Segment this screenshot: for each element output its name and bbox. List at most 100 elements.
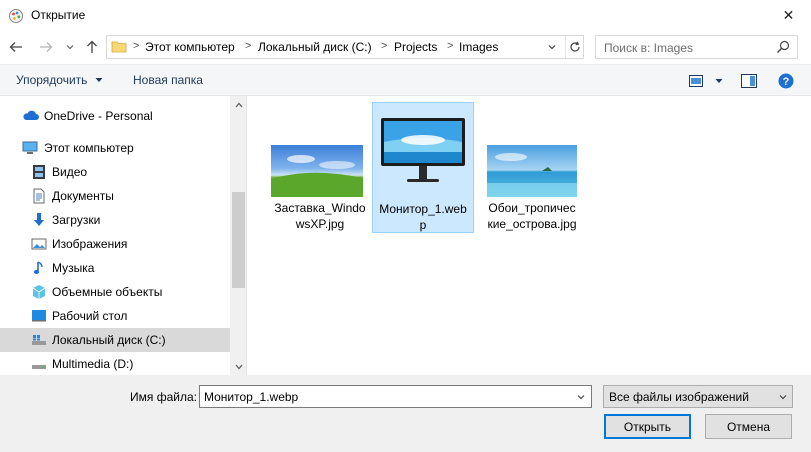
- up-button[interactable]: [84, 39, 100, 55]
- dialog-footer: Имя файла: Монитор_1.webp Все файлы изоб…: [0, 375, 811, 452]
- search-box[interactable]: Поиск в: Images: [595, 35, 798, 59]
- sidebar-item-videos[interactable]: Видео: [0, 160, 230, 184]
- scroll-up-button[interactable]: [230, 96, 246, 113]
- file-name: Обои_тропичес кие_острова.jpg: [487, 201, 577, 231]
- filename-field[interactable]: Монитор_1.webp: [199, 385, 592, 408]
- file-item[interactable]: Обои_тропичес кие_острова.jpg: [481, 102, 583, 233]
- address-bar[interactable]: > Этот компьютер > Локальный диск (C:) >…: [106, 35, 584, 59]
- video-icon: [31, 164, 47, 180]
- scroll-down-button[interactable]: [230, 358, 246, 375]
- chevron-down-icon: [548, 45, 556, 50]
- help-button[interactable]: ?: [778, 73, 794, 89]
- drive-icon: [31, 356, 47, 372]
- breadcrumb-separator: >: [245, 40, 252, 52]
- filename-history-button[interactable]: [574, 390, 588, 404]
- sidebar-item-documents[interactable]: Документы: [0, 184, 230, 208]
- sidebar-item-label: Этот компьютер: [44, 141, 134, 155]
- caret-down-icon: [95, 78, 103, 82]
- cancel-button[interactable]: Отмена: [705, 414, 792, 439]
- breadcrumb-separator: >: [381, 40, 388, 52]
- sidebar-item-label: Изображения: [52, 237, 128, 251]
- sidebar-item-local-disk-c[interactable]: Локальный диск (C:): [0, 328, 230, 352]
- sidebar-item-onedrive[interactable]: OneDrive - Personal: [0, 104, 230, 128]
- file-name: Монитор_1.web p: [379, 202, 467, 232]
- file-type-select[interactable]: Все файлы изображений: [603, 385, 793, 408]
- folder-icon: [111, 39, 127, 55]
- recent-locations-button[interactable]: [62, 39, 78, 55]
- app-icon: [8, 8, 24, 24]
- refresh-button[interactable]: [565, 36, 584, 58]
- sidebar-item-3d-objects[interactable]: Объемные объекты: [0, 280, 230, 304]
- breadcrumb-images[interactable]: Images: [459, 40, 498, 54]
- desktop-icon: [31, 308, 47, 324]
- file-name: Заставка_Windo wsXP.jpg: [274, 201, 366, 231]
- close-button[interactable]: ✕: [766, 0, 811, 31]
- file-thumbnail: [487, 145, 577, 197]
- new-folder-button[interactable]: Новая папка: [133, 73, 203, 87]
- back-button[interactable]: [8, 39, 24, 55]
- breadcrumb-projects[interactable]: Projects: [394, 40, 437, 54]
- sidebar-item-desktop[interactable]: Рабочий стол: [0, 304, 230, 328]
- filename-value[interactable]: Монитор_1.webp: [204, 390, 298, 404]
- preview-pane-button[interactable]: [741, 73, 757, 89]
- 3d-objects-icon: [31, 284, 47, 300]
- monitor-icon: [381, 118, 465, 182]
- chevron-down-icon: [776, 390, 790, 404]
- search-icon[interactable]: [776, 40, 790, 54]
- window-title: Открытие: [31, 8, 86, 22]
- sidebar-item-label: OneDrive - Personal: [44, 109, 153, 123]
- file-thumbnail: [379, 112, 467, 192]
- documents-icon: [31, 188, 47, 204]
- chevron-up-icon: [235, 102, 242, 107]
- sidebar-item-multimedia-d[interactable]: Multimedia (D:): [0, 352, 230, 375]
- chevron-down-icon: [235, 364, 242, 369]
- view-icon: [689, 75, 703, 87]
- search-input[interactable]: Поиск в: Images: [604, 41, 693, 55]
- navigation-pane: OneDrive - Personal Этот компьютер Видео…: [0, 96, 247, 375]
- file-thumbnail: [271, 145, 363, 197]
- scrollbar-thumb[interactable]: [232, 192, 245, 288]
- cloud-icon: [22, 108, 39, 124]
- file-type-value: Все файлы изображений: [609, 390, 749, 404]
- download-icon: [31, 212, 47, 228]
- svg-text:?: ?: [783, 76, 790, 88]
- sidebar-item-label: Документы: [52, 189, 114, 203]
- address-history-button[interactable]: [544, 39, 560, 55]
- filename-label: Имя файла:: [130, 390, 197, 404]
- sidebar-item-music[interactable]: Музыка: [0, 256, 230, 280]
- organize-menu[interactable]: Упорядочить: [16, 73, 103, 87]
- sidebar-item-label: Multimedia (D:): [52, 357, 134, 371]
- arrow-left-icon: [9, 42, 22, 52]
- file-item[interactable]: Заставка_Windo wsXP.jpg: [269, 102, 371, 233]
- arrow-right-icon: [40, 42, 53, 52]
- breadcrumb-this-pc[interactable]: Этот компьютер: [145, 40, 235, 54]
- sidebar-item-label: Рабочий стол: [52, 309, 128, 323]
- caret-down-icon: [715, 79, 723, 83]
- open-button[interactable]: Открыть: [604, 414, 691, 439]
- title-bar: Открытие ✕: [0, 0, 811, 31]
- preview-pane-icon: [741, 74, 757, 88]
- command-bar: Упорядочить Новая папка ?: [0, 64, 811, 96]
- arrow-up-icon: [87, 40, 97, 53]
- sidebar-item-label: Локальный диск (C:): [52, 333, 166, 347]
- sidebar-item-label: Загрузки: [52, 213, 101, 227]
- chevron-down-icon: [577, 395, 585, 400]
- file-list[interactable]: Заставка_Windo wsXP.jpg Монитор_1.web p: [247, 96, 811, 375]
- view-menu-button[interactable]: [689, 73, 723, 89]
- sidebar-item-label: Объемные объекты: [52, 285, 163, 299]
- chevron-down-icon: [66, 45, 74, 50]
- sidebar-item-downloads[interactable]: Загрузки: [0, 208, 230, 232]
- sidebar-scrollbar[interactable]: [230, 96, 246, 375]
- sidebar-item-this-pc[interactable]: Этот компьютер: [0, 136, 230, 160]
- breadcrumb-separator: >: [133, 40, 140, 52]
- sidebar-item-pictures[interactable]: Изображения: [0, 232, 230, 256]
- breadcrumb-local-disk[interactable]: Локальный диск (C:): [258, 40, 372, 54]
- file-item-selected[interactable]: Монитор_1.web p: [372, 102, 474, 233]
- help-icon: ?: [778, 73, 794, 89]
- close-icon: ✕: [782, 7, 795, 23]
- music-icon: [31, 260, 47, 276]
- forward-button[interactable]: [38, 39, 54, 55]
- refresh-icon: [570, 41, 580, 52]
- pictures-icon: [31, 236, 47, 252]
- breadcrumb-separator: >: [447, 40, 454, 52]
